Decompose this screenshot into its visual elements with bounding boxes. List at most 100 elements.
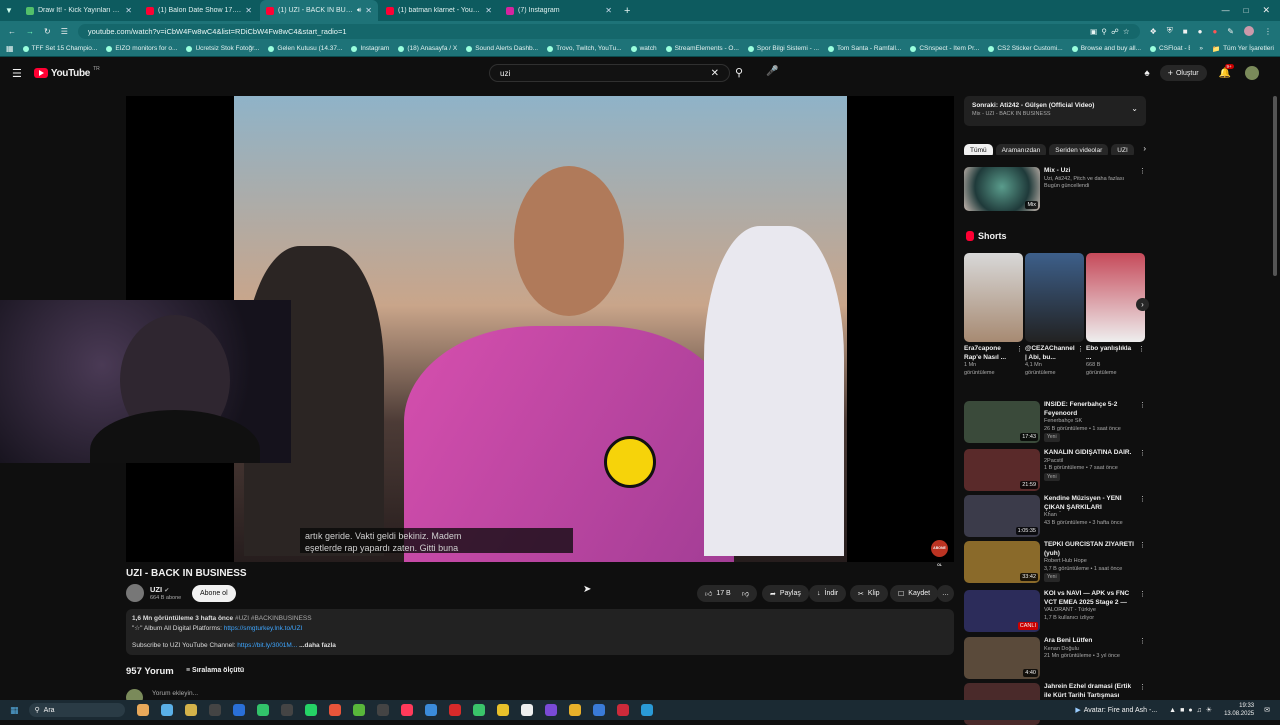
- taskbar-app-icon[interactable]: [280, 704, 293, 716]
- bookmark-item[interactable]: EIZO monitors for o...: [106, 45, 177, 52]
- video-frame[interactable]: [234, 96, 847, 562]
- shorts-next-icon[interactable]: ›: [1136, 298, 1149, 311]
- bookmark-item[interactable]: watch: [630, 45, 657, 52]
- browser-tab[interactable]: (7) Instagram ✕: [500, 0, 618, 21]
- media-widget[interactable]: ▶ Avatar: Fire and Ash -...: [1075, 706, 1157, 715]
- tune-icon[interactable]: ☰: [61, 27, 68, 36]
- voice-search-icon[interactable]: 🎤: [766, 66, 778, 77]
- profile-avatar[interactable]: [1244, 26, 1254, 36]
- tab-close-icon[interactable]: ✕: [125, 6, 132, 15]
- thumbs-down-icon[interactable]: 👎︎: [742, 589, 749, 598]
- video-description[interactable]: 1,6 Mn görüntüleme 3 hafta önce #UZI #BA…: [126, 609, 954, 655]
- taskbar-app-icon[interactable]: [448, 704, 461, 716]
- more-vert-icon[interactable]: ⋮: [1077, 345, 1084, 362]
- zoom-icon[interactable]: ⚲: [1101, 27, 1107, 36]
- browser-tab[interactable]: (1) Balon Date Show 17. Bölüm ✕: [140, 0, 258, 21]
- taskbar-app-icon[interactable]: [232, 704, 245, 716]
- bookmark-item[interactable]: Instagram: [351, 45, 389, 52]
- bookmark-item[interactable]: Sound Alerts Dashb...: [466, 45, 538, 52]
- add-comment-input[interactable]: Yorum ekleyin...: [152, 690, 198, 697]
- recommended-video[interactable]: CANLI KOI vs NAVI — APK vs FNC VCT EMEA 2…: [964, 590, 1146, 632]
- notification-center-icon[interactable]: ✉: [1264, 706, 1270, 714]
- menu-kebab-icon[interactable]: ⋮: [1264, 27, 1272, 36]
- recommended-video[interactable]: 4:40 Ara Beni Lütfen Kenan Doğulu 21 Mn gör…: [964, 637, 1146, 679]
- apps-grid-icon[interactable]: ▦: [6, 44, 14, 53]
- clip-button[interactable]: ✂ Klip: [850, 585, 888, 602]
- bookmark-item[interactable]: Ücretsiz Stok Fotoğr...: [186, 45, 259, 52]
- search-input[interactable]: uzi: [500, 69, 510, 78]
- bookmark-item[interactable]: (18) Anasayfa / X: [398, 45, 457, 52]
- share-button[interactable]: ➦ Paylaş: [762, 585, 809, 602]
- extension-icon[interactable]: ●: [1212, 27, 1217, 36]
- extensions-puzzle-icon[interactable]: ✎: [1227, 27, 1234, 36]
- more-vert-icon[interactable]: ⋮: [1139, 401, 1146, 443]
- more-vert-icon[interactable]: ⋮: [1139, 167, 1146, 211]
- taskbar-app-icon[interactable]: [136, 704, 149, 716]
- more-actions-button[interactable]: …: [937, 585, 954, 602]
- back-icon[interactable]: ←: [8, 27, 16, 36]
- chevron-down-icon[interactable]: ⌄: [1131, 104, 1138, 113]
- more-vert-icon[interactable]: ⋮: [1139, 637, 1146, 679]
- taskbar-app-icon[interactable]: [352, 704, 365, 716]
- taskbar-app-icon[interactable]: [472, 704, 485, 716]
- share-page-icon[interactable]: ☍: [1111, 27, 1119, 36]
- album-link[interactable]: https://smgturkey.lnk.to/UZI: [224, 625, 303, 632]
- tab-close-icon[interactable]: ✕: [605, 6, 612, 15]
- sidebar-scrollbar[interactable]: [1273, 96, 1277, 276]
- create-button[interactable]: + Oluştur: [1159, 65, 1207, 81]
- show-more-link[interactable]: ...daha fazla: [299, 642, 336, 649]
- taskbar-search[interactable]: ⚲ Ara: [28, 703, 125, 717]
- cast-icon[interactable]: ▣: [1090, 27, 1097, 36]
- like-button[interactable]: 👍︎ 17 B 👎︎: [697, 585, 757, 602]
- more-vert-icon[interactable]: ⋮: [1016, 345, 1023, 362]
- short-item[interactable]: Ebo yanlışlıkla ... ⋮ 668 B görüntüleme: [1086, 253, 1145, 377]
- mix-item[interactable]: Mix Mix - Uzi Uzi, Ati242, Pitch ve daha…: [964, 167, 1146, 211]
- search-icon[interactable]: ⚲: [735, 66, 743, 79]
- notifications-bell-icon[interactable]: 🔔 9+: [1219, 63, 1234, 79]
- extension-icon[interactable]: ●: [1198, 27, 1203, 36]
- taskbar-app-icon[interactable]: [520, 704, 533, 716]
- tab-close-icon[interactable]: ✕: [365, 6, 372, 15]
- shield-icon[interactable]: ⛨: [1167, 26, 1173, 36]
- browser-tab[interactable]: Draw It! - Kick Yayınları İçin Çizi ✕: [20, 0, 138, 21]
- recommended-video[interactable]: 17:43 INSIDE: Fenerbahçe 5-2 Feyenoord Fen…: [964, 401, 1146, 443]
- bookmark-item[interactable]: Trovo, Twitch, YouTu...: [547, 45, 622, 52]
- hashtags[interactable]: #UZI #BACKINBUSINESS: [235, 615, 312, 622]
- url-field[interactable]: youtube.com/watch?v=iCbW4Fw8wC4&list=RDi…: [77, 23, 1140, 39]
- recommended-video[interactable]: 33:42 TEPKİ GURCİSTAN ZİYARETİ (yuh) Rober…: [964, 541, 1146, 583]
- tray-icons[interactable]: ▲■●♫☀: [1169, 706, 1216, 714]
- recommended-video[interactable]: 21:59 KANALIN GİDİŞATINA DAİR. 2Pacstil 1 B…: [964, 449, 1146, 491]
- speaker-icon[interactable]: 🔊︎: [357, 7, 361, 15]
- clock-time[interactable]: 19:33: [1224, 702, 1254, 710]
- taskbar-app-icon[interactable]: [400, 704, 413, 716]
- bookmark-item[interactable]: CSnspect - Item Pr...: [910, 45, 979, 52]
- filter-chip[interactable]: Aramanızdan: [995, 143, 1047, 155]
- tab-close-icon[interactable]: ✕: [245, 6, 252, 15]
- taskbar-app-icon[interactable]: [304, 704, 317, 716]
- extension-icon[interactable]: ■: [1183, 27, 1188, 36]
- more-vert-icon[interactable]: ⋮: [1139, 541, 1146, 583]
- search-box[interactable]: uzi ✕: [489, 64, 730, 82]
- taskbar-app-icon[interactable]: [640, 704, 653, 716]
- bookmark-item[interactable]: CS2 Sticker Customi...: [988, 45, 1063, 52]
- tab-search-icon[interactable]: ▼: [0, 6, 18, 15]
- clock-date[interactable]: 13.08.2025: [1224, 710, 1254, 718]
- forward-icon[interactable]: →: [26, 27, 34, 36]
- filter-chip[interactable]: Seriden videolar: [1049, 143, 1109, 155]
- save-button[interactable]: ☐ Kaydet: [890, 585, 939, 602]
- account-avatar[interactable]: [1245, 66, 1259, 80]
- bookmark-item[interactable]: Browse and buy all...: [1071, 45, 1141, 52]
- bookmark-item[interactable]: Spor Bilgi Sistemi - ...: [747, 45, 819, 52]
- chevron-right-icon[interactable]: ›: [1143, 144, 1146, 153]
- taskbar-app-icon[interactable]: [424, 704, 437, 716]
- short-item[interactable]: @CEZAChannel | Abi, bu... ⋮ 4,1 Mn görüntü…: [1025, 253, 1084, 377]
- clear-search-icon[interactable]: ✕: [711, 68, 719, 79]
- taskbar-app-icon[interactable]: [208, 704, 221, 716]
- taskbar-app-icon[interactable]: [616, 704, 629, 716]
- more-vert-icon[interactable]: ⋮: [1139, 590, 1146, 632]
- extension-icon[interactable]: ❖: [1150, 27, 1157, 36]
- channel-avatar[interactable]: [126, 584, 144, 602]
- all-bookmarks[interactable]: 📁 Tüm Yer İşaretleri: [1212, 45, 1274, 53]
- bookmark-item[interactable]: Tom Santa - Ramfall...: [828, 45, 901, 52]
- recommended-video[interactable]: 1:05:35 Kendine Müzisyen - YENİ ÇIKAN ŞAR…: [964, 495, 1146, 537]
